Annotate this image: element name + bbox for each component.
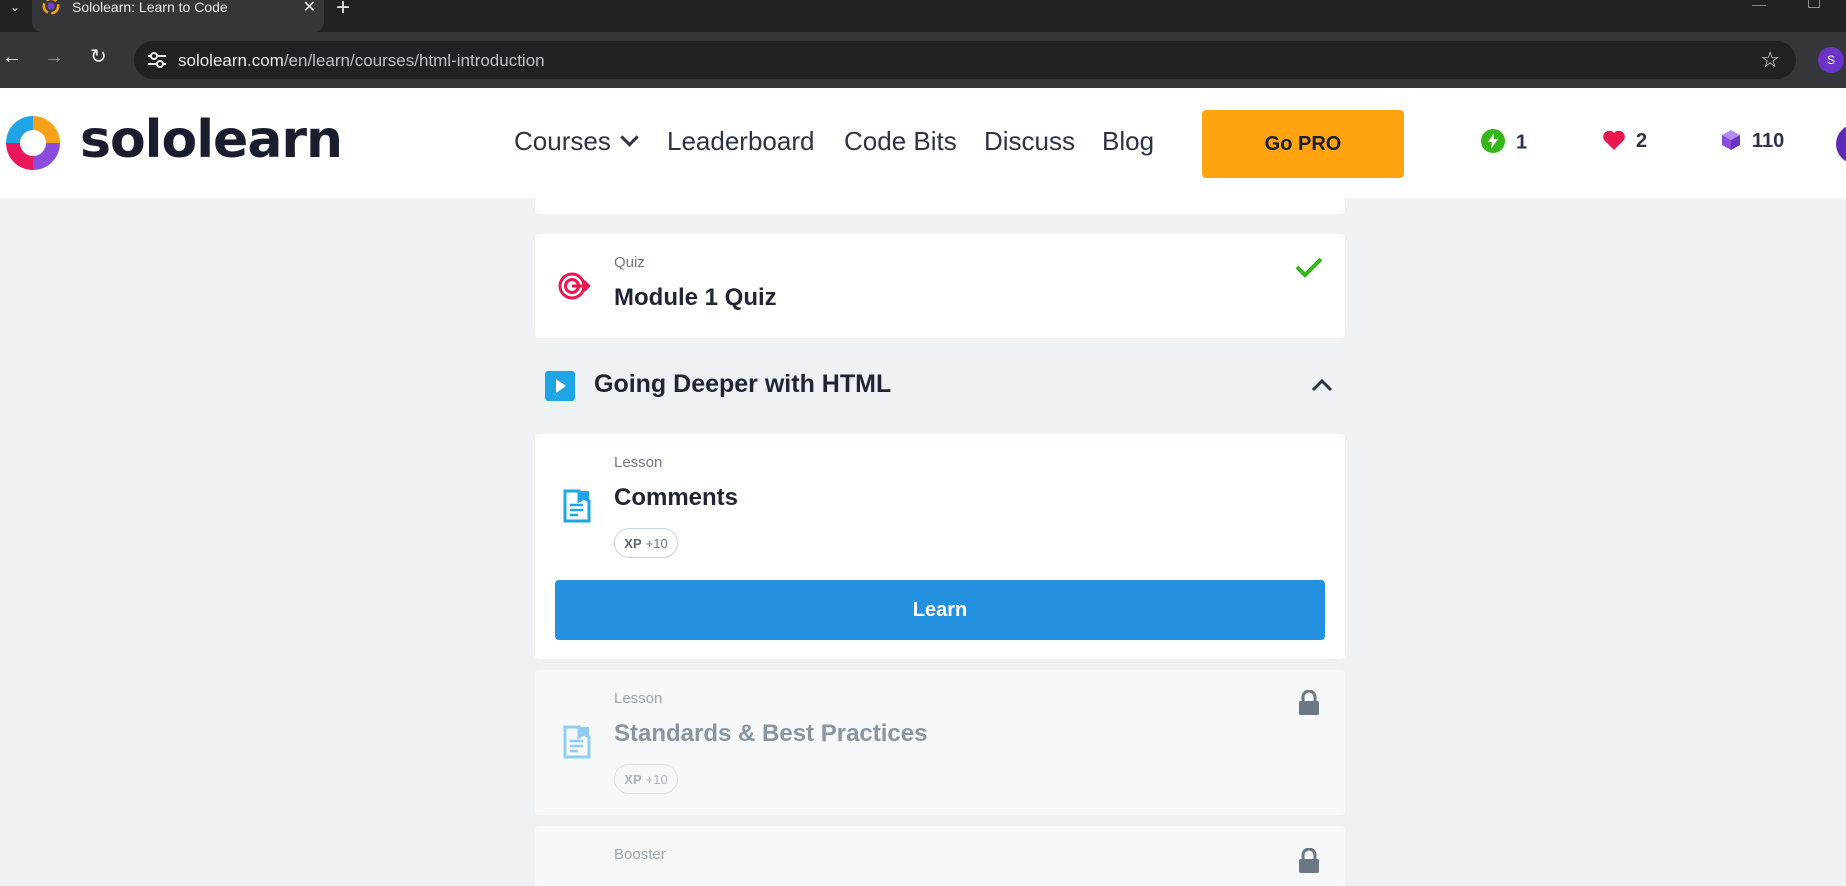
target-icon: [558, 272, 591, 300]
reload-icon[interactable]: ↻: [90, 46, 107, 68]
lesson-title: Standards & Best Practices: [614, 720, 928, 747]
browser-tab[interactable]: Sololearn: Learn to Code ✕: [32, 0, 324, 32]
nav-code-bits[interactable]: Code Bits: [844, 126, 957, 157]
section-title[interactable]: Going Deeper with HTML: [594, 370, 891, 399]
nav-blog[interactable]: Blog: [1102, 126, 1154, 157]
forward-icon[interactable]: →: [44, 46, 64, 68]
address-bar[interactable]: sololearn.com/en/learn/courses/html-intr…: [134, 41, 1796, 79]
quiz-type-label: Quiz: [614, 254, 645, 271]
quiz-card[interactable]: Quiz Module 1 Quiz: [535, 234, 1345, 338]
streak-counter[interactable]: 1: [1480, 129, 1527, 156]
sololearn-logo-icon[interactable]: [2, 112, 64, 174]
heart-icon: [1603, 130, 1625, 150]
user-avatar[interactable]: [1836, 124, 1846, 164]
lesson-type-label: Lesson: [614, 454, 663, 471]
lightning-icon: [1481, 129, 1505, 153]
lesson-card-comments[interactable]: Lesson Comments XP +10 Learn: [535, 434, 1345, 659]
sololearn-favicon-icon: [42, 0, 60, 15]
hearts-counter[interactable]: 2: [1602, 130, 1647, 153]
checkmark-icon: [1295, 257, 1323, 278]
booster-card[interactable]: Booster: [535, 826, 1345, 886]
lesson-type-label: Lesson: [614, 690, 663, 707]
xp-badge: XP +10: [614, 764, 678, 794]
lesson-document-icon: [563, 489, 591, 523]
tab-search-chevron-icon[interactable]: ⌄: [0, 0, 30, 32]
lesson-card-standards[interactable]: Lesson Standards & Best Practices XP +10: [535, 670, 1345, 815]
site-info-icon[interactable]: [146, 50, 168, 70]
bookmark-star-icon[interactable]: ☆: [1760, 47, 1780, 73]
learn-button[interactable]: Learn: [555, 580, 1325, 640]
new-tab-icon[interactable]: +: [336, 0, 350, 22]
site-header: sololearn Courses Leaderboard Code Bits …: [0, 88, 1846, 198]
maximize-icon[interactable]: [1808, 0, 1820, 8]
browser-tab-bar: ⌄ Sololearn: Learn to Code ✕ + —: [0, 0, 1846, 32]
lesson-document-icon: [563, 725, 591, 759]
lesson-title: Comments: [614, 484, 739, 511]
chevron-up-icon[interactable]: [1311, 378, 1333, 392]
tab-close-icon[interactable]: ✕: [303, 0, 316, 17]
play-icon: [545, 371, 575, 401]
lock-icon: [1299, 848, 1319, 873]
bits-cube-icon: [1722, 129, 1740, 150]
back-icon[interactable]: ←: [2, 46, 22, 68]
nav-discuss[interactable]: Discuss: [984, 126, 1075, 157]
go-pro-button[interactable]: Go PRO: [1202, 110, 1404, 178]
nav-leaderboard[interactable]: Leaderboard: [667, 126, 814, 157]
profile-avatar[interactable]: S: [1818, 47, 1844, 73]
chevron-down-icon: [620, 128, 639, 147]
bits-counter[interactable]: 110: [1720, 129, 1784, 153]
sololearn-logo-text[interactable]: sololearn: [80, 110, 343, 170]
previous-card: [535, 186, 1345, 214]
quiz-title: Module 1 Quiz: [614, 284, 777, 311]
booster-type-label: Booster: [614, 846, 666, 863]
lock-icon: [1299, 690, 1319, 715]
minimize-icon[interactable]: —: [1752, 0, 1766, 12]
url-text: sololearn.com/en/learn/courses/html-intr…: [178, 51, 545, 70]
tab-title: Sololearn: Learn to Code: [72, 0, 228, 15]
nav-courses[interactable]: Courses: [514, 126, 639, 157]
xp-badge: XP +10: [614, 528, 678, 558]
browser-toolbar: ← → ↻ sololearn.com/en/learn/courses/htm…: [0, 32, 1846, 88]
